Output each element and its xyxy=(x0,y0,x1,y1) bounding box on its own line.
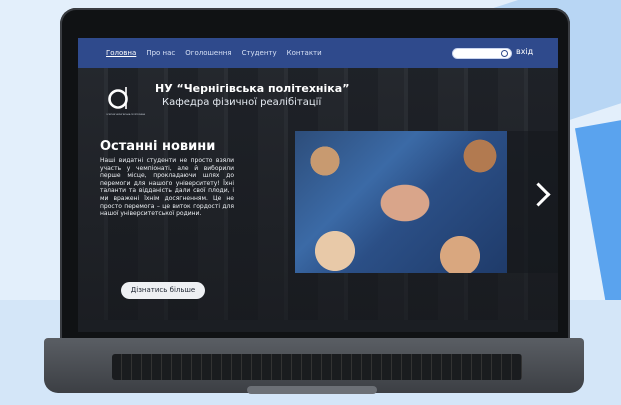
laptop-keyboard xyxy=(112,354,522,380)
nav-item-announcements[interactable]: Оголошення xyxy=(185,49,231,57)
background-shape xyxy=(574,114,621,306)
nav-item-students[interactable]: Студенту xyxy=(242,49,277,57)
nav-item-home[interactable]: Головна xyxy=(106,49,136,57)
login-link[interactable]: вхід xyxy=(516,47,533,56)
nav-item-contacts[interactable]: Контакти xyxy=(287,49,322,57)
footer-bar xyxy=(78,320,558,332)
laptop-trackpad-edge xyxy=(247,386,377,394)
university-logo xyxy=(108,87,128,109)
search-icon xyxy=(501,50,508,57)
laptop-screen: Головна Про нас Оголошення Студенту Конт… xyxy=(78,38,558,332)
search-input[interactable] xyxy=(452,48,512,59)
news-text: Наші видатні студенти не просто взяли уч… xyxy=(100,157,234,218)
team-hands-photo xyxy=(295,131,507,273)
university-name: НУ “Чернігівська політехніка” xyxy=(155,82,350,95)
logo-caption: ОСВІТНЯ ЧЕРНІГІВСЬКА ПОЛІТЕХНІКА xyxy=(106,114,145,116)
department-name: Кафедра фізичної реалібітації xyxy=(162,97,322,108)
news-heading: Останні новини xyxy=(100,139,216,154)
slider-arrow-panel xyxy=(507,131,558,273)
nav-item-about[interactable]: Про нас xyxy=(146,49,175,57)
learn-more-button[interactable]: Дізнатись більше xyxy=(121,282,205,299)
